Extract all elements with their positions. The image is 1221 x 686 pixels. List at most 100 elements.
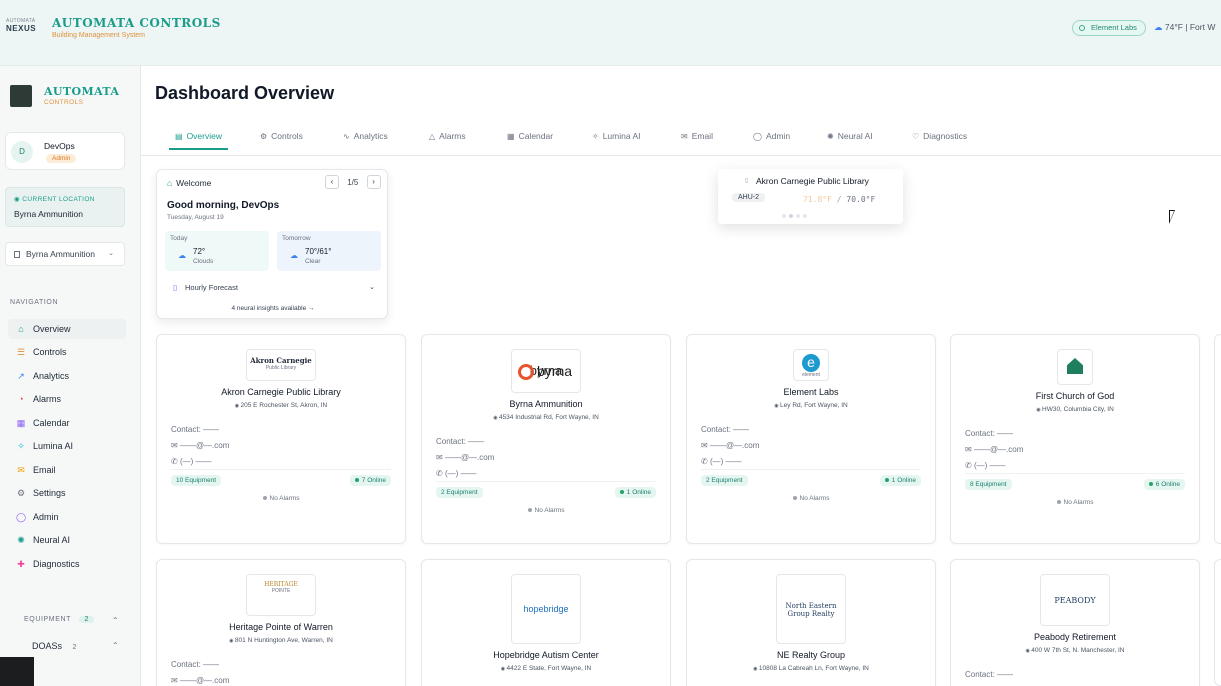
building-icon: ▯ [745,178,749,184]
logo-subtext: Public Library [265,365,297,371]
hourly-forecast-toggle[interactable]: ▯ Hourly Forecast ⌄ [165,280,381,296]
sidebar-item-alarms[interactable]: ◔ Alarms [8,389,126,409]
alarm-status-text: No Alarms [1063,499,1094,506]
chevron-right-icon[interactable]: › [366,175,381,189]
contact-phone[interactable]: ✆ (—) —— [436,469,477,478]
ahu-status-widget[interactable]: ▯ Akron Carnegie Public Library AHU-2 71… [718,169,903,224]
building-card[interactable]: byrna byrna Byrna Ammunition ◉ 4534 Industr… [421,334,671,544]
cloud-icon: ☁ [1154,22,1163,32]
carousel-dot[interactable] [796,214,800,218]
sidebar-item-label: Analytics [33,371,70,381]
ahu-temperature: 71.8°F / 70.0°F [803,195,875,204]
sidebar-item-calendar[interactable]: ▦ Calendar [8,413,126,433]
tab-controls[interactable]: ⚙ Controls [260,130,303,150]
online-count: 1 Online [891,477,916,484]
online-badge: 7 Online [349,475,391,486]
today-condition: Clouds [193,258,214,265]
nav-heading: NAVIGATION [10,299,59,306]
contact-phone[interactable]: ✆ (—) —— [965,461,1006,470]
carousel-dot[interactable] [803,214,807,218]
building-address-text: 10808 La Cabreah Ln, Fort Wayne, IN [758,665,869,672]
logo-subtext: POINTE [271,588,291,594]
building-address: ◉ 4422 E State, Fort Wayne, IN [422,665,670,672]
contact-phone-text: (—) —— [973,461,1006,470]
mail-icon: ✉ [17,465,25,475]
logo-subtext: element [802,372,820,378]
contact-email[interactable]: ✉ ——@—.com [171,441,229,450]
user-card[interactable]: D DevOps Admin [5,132,125,170]
building-name: NE Realty Group [776,650,846,660]
contact-name: Contact: —— [436,437,485,446]
contact-email[interactable]: ✉ ——@—.com [965,445,1023,454]
offscreen-card-edge [1214,559,1221,686]
cloud-icon: ☁ [178,251,186,260]
tab-neural-ai[interactable]: ✺ Neural AI [827,130,873,150]
contact-email[interactable]: ✉ ——@—.com [701,441,759,450]
building-card[interactable]: PEABODY Peabody Retirement ◉ 400 W 7th St,… [950,559,1200,686]
tab-diagnostics[interactable]: ♡ Diagnostics [912,130,967,150]
building-address-text: 4422 E State, Fort Wayne, IN [506,665,592,672]
tab-admin[interactable]: ◯ Admin [753,130,790,150]
tab-label: Neural AI [837,131,873,141]
site-select[interactable]: Byrna Ammunition ⌄ [5,242,125,266]
chevron-up-icon[interactable]: ⌃ [112,641,119,650]
equipment-count-badge: 10 Equipment [171,475,222,486]
online-badge: 1 Online [614,487,656,498]
building-address-text: 801 N Huntington Ave, Warren, IN [234,637,333,644]
tab-analytics[interactable]: ∿ Analytics [343,130,388,150]
sidebar-item-settings[interactable]: ⚙ Settings [8,483,126,503]
sidebar-item-analytics[interactable]: ↗ Analytics [8,366,126,386]
chevron-left-icon[interactable]: ‹ [325,175,339,189]
ahu-tag: AHU-2 [732,193,766,202]
building-card[interactable]: e element Element Labs ◉ Ley Rd, Fort Wayne… [686,334,936,544]
phone-icon: ✆ [701,457,710,466]
contact-phone[interactable]: ✆ (—) —— [701,457,742,466]
neural-insights-link[interactable]: 4 neural insights available → [157,305,389,312]
tab-lumina-ai[interactable]: ✧ Lumina AI [592,130,641,150]
sidebar-item-label: Email [33,465,56,475]
tab-icon: △ [429,132,436,141]
sidebar-item-diagnostics[interactable]: ✚ Diagnostics [8,554,126,574]
tab-calendar[interactable]: ▦ Calendar [507,130,553,150]
sidebar-item-admin[interactable]: ◯ Admin [8,507,126,527]
current-location-value: Byrna Ammunition [14,209,83,219]
tab-email[interactable]: ✉ Email [681,130,713,150]
tomorrow-weather: Tomorrow ☁ 70°/61° Clear [277,231,381,271]
building-card[interactable]: HERITAGE POINTE Heritage Pointe of Warren ◉… [156,559,406,686]
stethoscope-icon: ✚ [17,559,25,569]
sidebar-item-neural-ai[interactable]: ✺ Neural AI [8,530,126,550]
tab-overview[interactable]: ▤ Overview [169,130,228,150]
tomorrow-condition: Clear [305,258,321,265]
alarm-status: No Alarms [422,507,670,514]
building-name: Akron Carnegie Public Library [221,387,341,397]
carousel-dot[interactable] [782,214,786,218]
contact-phone[interactable]: ✆ (—) —— [171,457,212,466]
sidebar-item-overview[interactable]: ⌂ Overview [8,319,126,339]
building-card[interactable]: Akron Carnegie Public Library Akron Carneg… [156,334,406,544]
home-icon: ⌂ [167,178,173,188]
location-pill[interactable]: Element Labs [1072,20,1146,36]
equipment-heading[interactable]: EQUIPMENT 2 [10,616,94,623]
sidebar-item-email[interactable]: ✉ Email [8,460,126,480]
current-location-label-text: CURRENT LOCATION [22,196,95,203]
building-logo: byrna byrna [511,349,581,393]
tab-bar: ▤ Overview ⚙ Controls ∿ Analytics △ Alarms ▦ Cale… [141,124,1221,156]
byrna-logo-text: byrna [537,363,573,379]
building-card[interactable]: North Eastern Group Realty NE Realty Group… [686,559,936,686]
sidebar-item-controls[interactable]: ☰ Controls [8,342,126,362]
contact-email[interactable]: ✉ ——@—.com [171,676,229,685]
tab-alarms[interactable]: △ Alarms [429,130,466,150]
tab-icon: ✉ [681,132,688,141]
building-card[interactable]: hopebridge Hopebridge Autism Center ◉ 4422… [421,559,671,686]
top-header: AUTOMATA NEXUS AUTOMATA CONTROLS Buildin… [0,0,1221,66]
sidebar-item-doas[interactable]: DOASs 2 [10,641,76,651]
chevron-up-icon[interactable]: ⌃ [112,616,119,625]
carousel-dot[interactable] [789,214,793,218]
sidebar-item-lumina-ai[interactable]: ✧ Lumina AI [8,436,126,456]
contact-email[interactable]: ✉ ——@—.com [436,453,494,462]
sidebar-item-label: Admin [33,512,59,522]
nexus-logo: AUTOMATA NEXUS [6,18,46,38]
building-card[interactable]: First Church of God ◉ HW30, Columbia City… [950,334,1200,544]
equipment-count-badge: 2 [79,616,94,623]
tomorrow-temp: 70°/61° [305,247,332,256]
